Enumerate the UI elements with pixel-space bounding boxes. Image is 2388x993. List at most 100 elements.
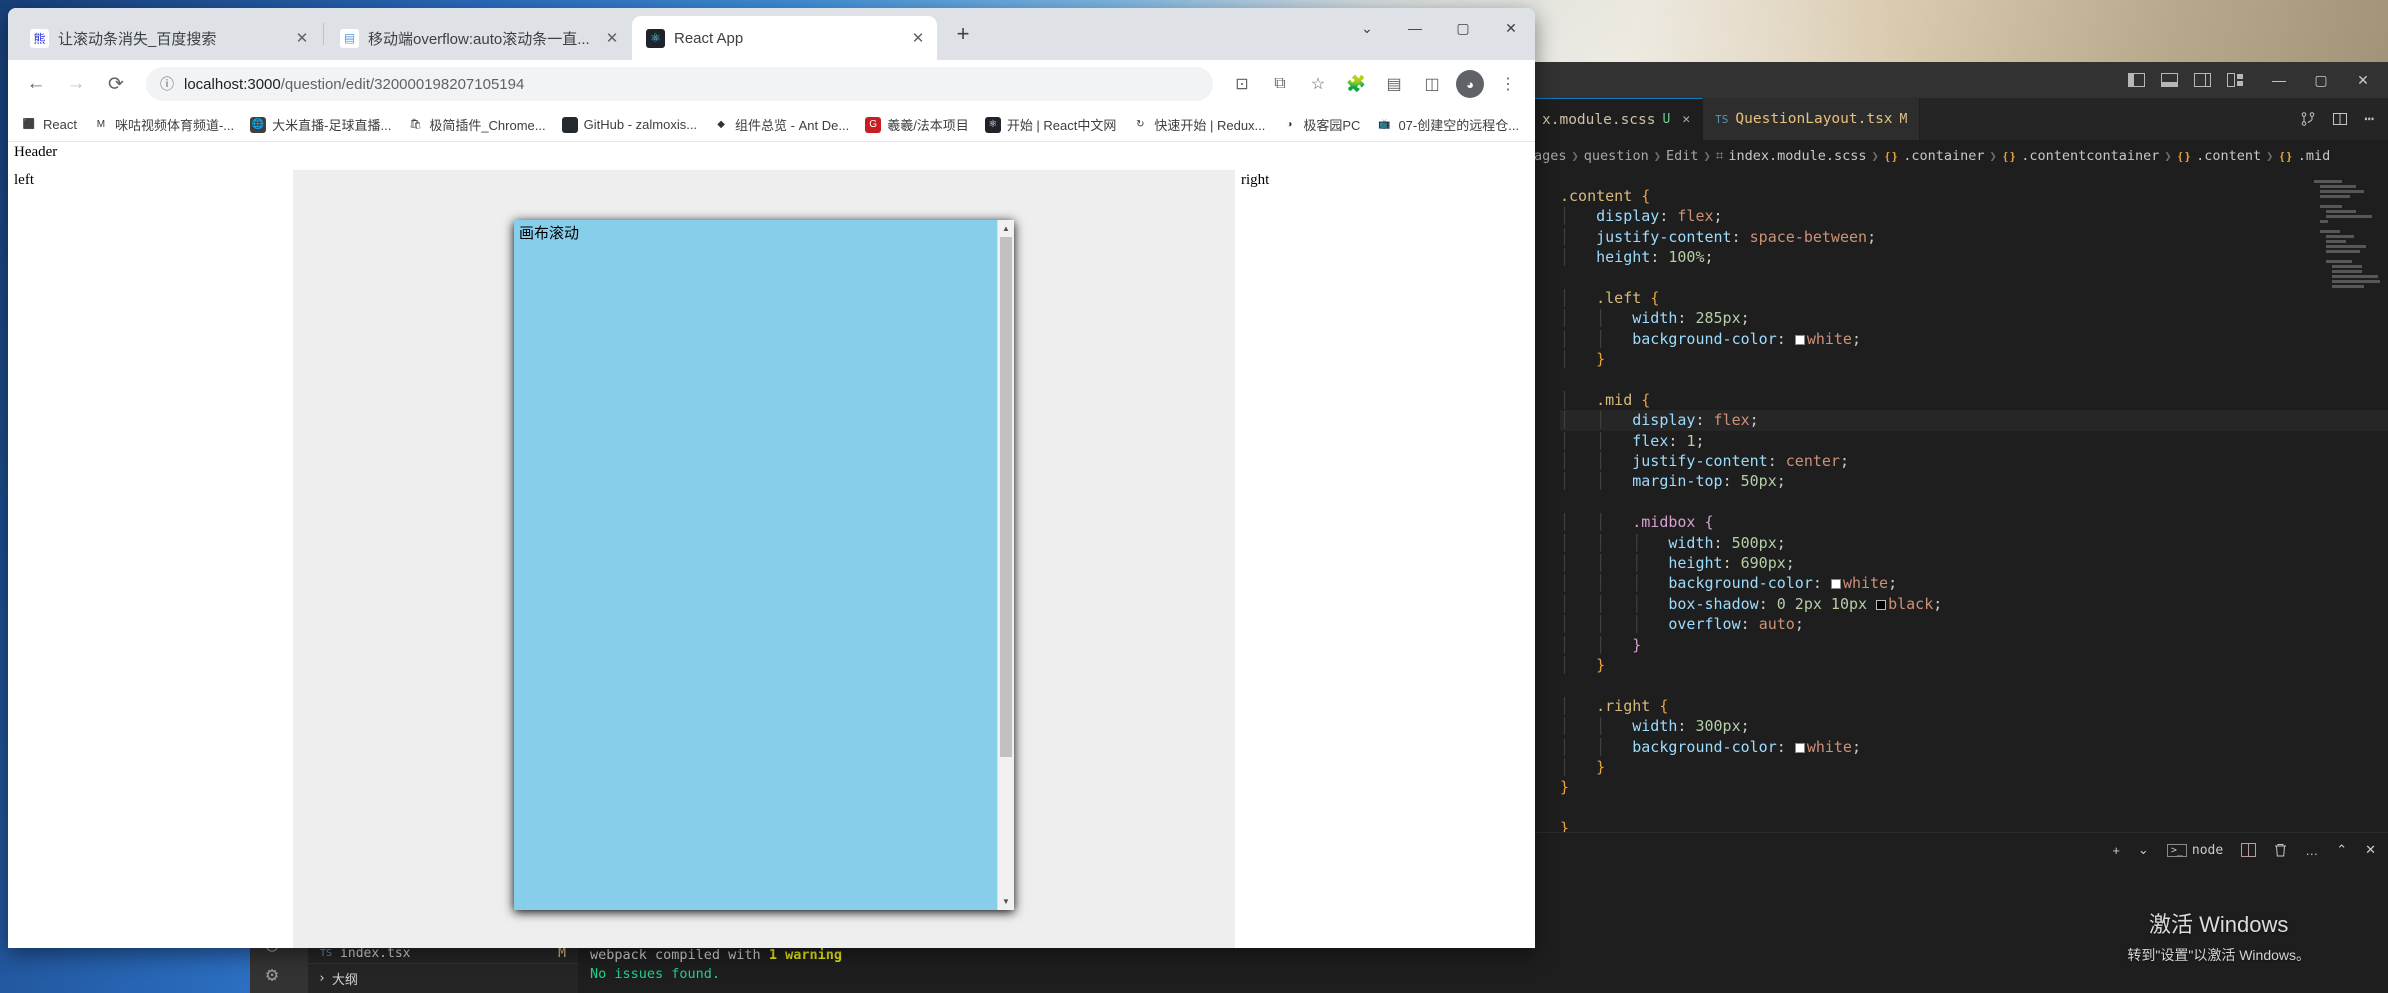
gear-icon[interactable]: ⚙ <box>266 962 278 986</box>
code-line[interactable]: │ │ background-color: white; <box>1560 329 2388 349</box>
code-line[interactable]: │ │ justify-content: center; <box>1560 451 2388 471</box>
close-icon[interactable]: ✕ <box>1682 112 1690 127</box>
breadcrumb-item-file[interactable]: index.module.scss <box>1728 148 1866 164</box>
bookmark-star-icon[interactable]: ☆ <box>1301 67 1335 101</box>
vscode-editor[interactable]: .content {│ display: flex; │ justify-cont… <box>1530 172 2388 832</box>
split-terminal-icon[interactable] <box>2241 843 2257 857</box>
code-line[interactable]: │ } <box>1560 655 2388 675</box>
breadcrumb-item-question[interactable]: question <box>1584 148 1649 164</box>
back-button[interactable]: ← <box>18 66 54 102</box>
code-line[interactable]: │ │ flex: 1; <box>1560 431 2388 451</box>
code-line[interactable]: } <box>1560 777 2388 797</box>
bookmark-item[interactable]: M 咪咕视频体育频道-... <box>86 112 241 137</box>
close-icon[interactable]: ✕ <box>909 29 927 47</box>
panel-more-icon[interactable]: … <box>2305 843 2318 858</box>
vscode-tab-index-module-scss[interactable]: x.module.scss U ✕ <box>1530 98 1704 140</box>
bookmarks-overflow-button[interactable]: » <box>1528 116 1535 133</box>
bookmark-item[interactable]: ⚛ 开始 | React中文网 <box>978 112 1124 137</box>
customize-layout-icon[interactable] <box>2227 73 2244 87</box>
panel-close-icon[interactable]: ✕ <box>2365 842 2376 858</box>
code-line[interactable]: │ │ width: 300px; <box>1560 716 2388 736</box>
terminal-entry-node[interactable]: >_ node <box>2166 843 2223 858</box>
forward-button[interactable]: → <box>58 66 94 102</box>
install-app-icon[interactable]: ⊡ <box>1225 67 1259 101</box>
code-line[interactable]: │ │ .midbox { <box>1560 512 2388 532</box>
code-line[interactable] <box>1560 492 2388 512</box>
editor-minimap[interactable] <box>2314 180 2380 480</box>
code-line[interactable]: │ │ │ width: 500px; <box>1560 533 2388 553</box>
canvas-scroll-area[interactable]: 画布滚动 <box>514 220 1014 910</box>
chevron-down-icon[interactable]: ⌄ <box>2138 842 2149 858</box>
code-line[interactable]: │ justify-content: space-between; <box>1560 227 2388 247</box>
vscode-minimize-button[interactable]: — <box>2258 62 2300 98</box>
tab-search-button[interactable]: ⌄ <box>1343 8 1391 48</box>
bookmark-item[interactable]: ◆ 组件总览 - Ant De... <box>706 112 856 137</box>
maximize-button[interactable]: ▢ <box>1439 8 1487 48</box>
more-actions-icon[interactable]: ⋯ <box>2364 111 2374 127</box>
bookmark-item[interactable]: ⬛ React <box>14 114 84 136</box>
scrollbar-down-arrow[interactable]: ▼ <box>998 893 1014 910</box>
minimize-button[interactable]: — <box>1391 8 1439 48</box>
bookmark-item[interactable]: 🛍 极简插件_Chrome... <box>400 112 552 137</box>
code-line[interactable]: │ │ │ height: 690px; <box>1560 553 2388 573</box>
breadcrumb-item-pages[interactable]: ages <box>1534 148 1567 164</box>
toggle-panel-icon[interactable] <box>2161 73 2178 87</box>
extensions-puzzle-icon[interactable]: 🧩 <box>1339 67 1373 101</box>
chrome-menu-icon[interactable]: ⋮ <box>1491 67 1525 101</box>
code-line[interactable]: │ │ margin-top: 50px; <box>1560 471 2388 491</box>
bookmark-item[interactable]: 🌐 大米直播-足球直播... <box>243 112 398 137</box>
code-line[interactable]: } <box>1560 818 2388 832</box>
vscode-maximize-button[interactable]: ▢ <box>2300 62 2342 98</box>
code-line[interactable]: │ display: flex; <box>1560 206 2388 226</box>
bookmark-item[interactable]: G 羲羲/法本项目 <box>858 112 976 137</box>
code-line[interactable]: │ │ } <box>1560 635 2388 655</box>
chrome-tab-csdn[interactable]: ▤ 移动端overflow:auto滚动条一直... ✕ <box>326 16 631 60</box>
breadcrumb-item-content[interactable]: .content <box>2196 148 2261 164</box>
scss-code-block[interactable]: .content {│ display: flex; │ justify-cont… <box>1560 186 2388 832</box>
scrollbar-thumb[interactable] <box>1000 237 1012 757</box>
explorer-section-outline[interactable]: › 大纲 <box>308 963 578 993</box>
midbox-scroll-container[interactable]: 画布滚动 ▲ ▼ <box>514 220 1014 910</box>
reload-button[interactable]: ⟳ <box>98 66 134 102</box>
code-line[interactable]: │ │ │ overflow: auto; <box>1560 614 2388 634</box>
code-line[interactable] <box>1560 370 2388 390</box>
open-changes-icon[interactable] <box>2300 111 2316 127</box>
scrollbar-track[interactable] <box>998 237 1014 893</box>
close-icon[interactable]: ✕ <box>293 29 311 47</box>
code-line[interactable]: │ │ display: flex; <box>1560 410 2388 431</box>
reading-list-icon[interactable]: ▤ <box>1377 67 1411 101</box>
code-line[interactable]: │ │ │ background-color: white; <box>1560 573 2388 593</box>
new-tab-button[interactable]: + <box>944 15 982 53</box>
midbox-scrollbar[interactable]: ▲ ▼ <box>997 220 1014 910</box>
close-icon[interactable]: ✕ <box>603 29 621 47</box>
bookmark-item[interactable]: ◑ 极客园PC <box>1274 112 1367 137</box>
code-line[interactable]: │ .right { <box>1560 696 2388 716</box>
toggle-secondary-sidebar-icon[interactable] <box>2194 73 2211 87</box>
code-line[interactable]: │ │ background-color: white; <box>1560 737 2388 757</box>
close-button[interactable]: ✕ <box>1487 8 1535 48</box>
vscode-tab-questionlayout-tsx[interactable]: TS QuestionLayout.tsx M <box>1703 98 1921 140</box>
code-line[interactable] <box>1560 268 2388 288</box>
bookmark-item[interactable]: 📺 07-创建空的远程仓... <box>1369 112 1526 137</box>
breadcrumb-item-container[interactable]: .container <box>1903 148 1984 164</box>
code-line[interactable]: │ .mid { <box>1560 390 2388 410</box>
scrollbar-up-arrow[interactable]: ▲ <box>998 220 1014 237</box>
code-line[interactable]: .content { <box>1560 186 2388 206</box>
address-bar[interactable]: ⓘ localhost:3000/question/edit/320000198… <box>146 67 1213 101</box>
vscode-layout-controls[interactable] <box>2128 73 2258 87</box>
chrome-tab-react-app[interactable]: ⚛ React App ✕ <box>632 16 937 60</box>
qr-share-icon[interactable]: ⧉ <box>1263 67 1297 101</box>
code-line[interactable]: │ height: 100%; <box>1560 247 2388 267</box>
breadcrumb-item-mid[interactable]: .mid <box>2298 148 2331 164</box>
info-circle-icon[interactable]: ⓘ <box>160 74 174 94</box>
chrome-tab-baidu[interactable]: 熊 让滚动条消失_百度搜索 ✕ <box>16 16 321 60</box>
profile-avatar-icon[interactable]: ◕ <box>1456 70 1484 98</box>
code-line[interactable]: │ │ width: 285px; <box>1560 308 2388 328</box>
code-line[interactable] <box>1560 675 2388 695</box>
toggle-primary-sidebar-icon[interactable] <box>2128 73 2145 87</box>
new-terminal-button[interactable]: + <box>2112 843 2120 858</box>
code-line[interactable]: │ .left { <box>1560 288 2388 308</box>
code-line[interactable]: │ } <box>1560 757 2388 777</box>
split-editor-icon[interactable] <box>2332 111 2348 127</box>
kill-terminal-icon[interactable] <box>2274 843 2287 857</box>
